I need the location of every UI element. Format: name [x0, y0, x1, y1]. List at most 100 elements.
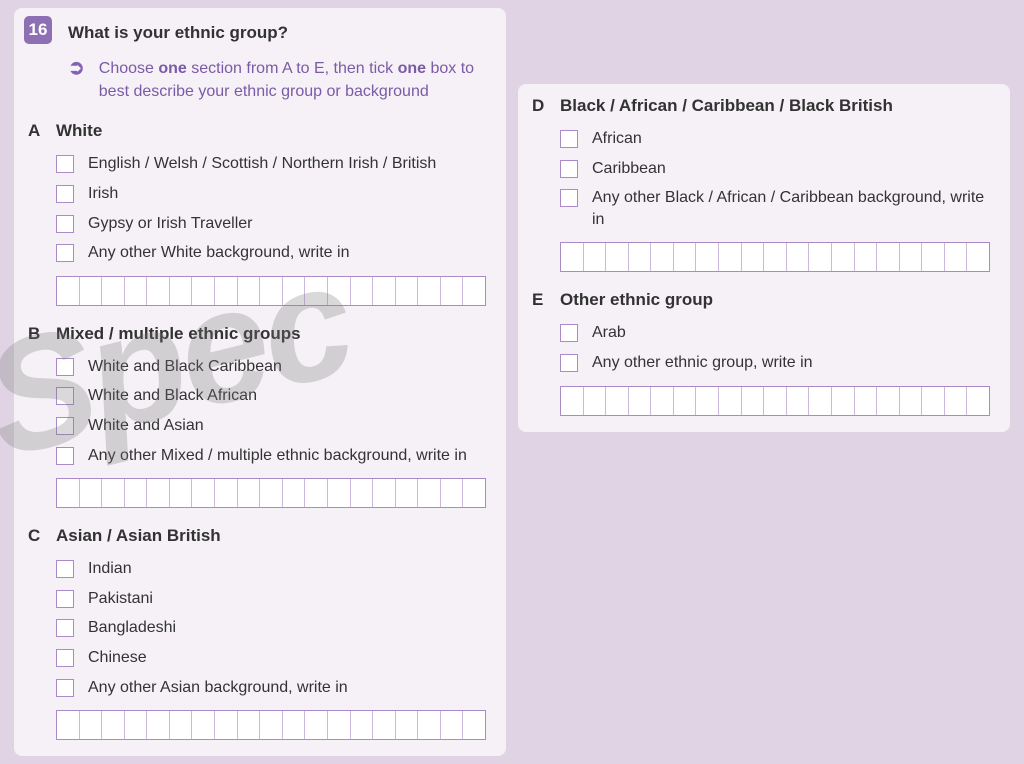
- writein-cell[interactable]: [764, 243, 787, 271]
- writein-cell[interactable]: [764, 387, 787, 415]
- writein-cell[interactable]: [441, 277, 464, 305]
- checkbox[interactable]: [56, 679, 74, 697]
- writein-cell[interactable]: [102, 479, 125, 507]
- writein-cell[interactable]: [396, 479, 419, 507]
- writein-cell[interactable]: [57, 277, 80, 305]
- writein-cell[interactable]: [922, 387, 945, 415]
- writein-cell[interactable]: [900, 387, 923, 415]
- checkbox[interactable]: [56, 417, 74, 435]
- writein-cell[interactable]: [742, 243, 765, 271]
- writein-cell[interactable]: [809, 243, 832, 271]
- checkbox[interactable]: [56, 649, 74, 667]
- writein-cell[interactable]: [629, 243, 652, 271]
- writein-cell[interactable]: [584, 243, 607, 271]
- writein-cell[interactable]: [674, 387, 697, 415]
- checkbox[interactable]: [560, 130, 578, 148]
- writein-cell[interactable]: [283, 277, 306, 305]
- writein-cell[interactable]: [396, 277, 419, 305]
- checkbox[interactable]: [56, 185, 74, 203]
- writein-cell[interactable]: [305, 277, 328, 305]
- writein-cell[interactable]: [125, 277, 148, 305]
- writein-cell[interactable]: [396, 711, 419, 739]
- writein-cell[interactable]: [215, 277, 238, 305]
- checkbox[interactable]: [56, 387, 74, 405]
- checkbox[interactable]: [560, 189, 578, 207]
- checkbox[interactable]: [56, 619, 74, 637]
- writein-cell[interactable]: [170, 479, 193, 507]
- writein-cell[interactable]: [967, 243, 989, 271]
- writein-cell[interactable]: [170, 277, 193, 305]
- writein-cell[interactable]: [809, 387, 832, 415]
- writein-cell[interactable]: [463, 711, 485, 739]
- writein-cell[interactable]: [192, 277, 215, 305]
- writein-cell[interactable]: [57, 711, 80, 739]
- writein-cell[interactable]: [373, 711, 396, 739]
- writein-cell[interactable]: [80, 277, 103, 305]
- writein-cell[interactable]: [877, 387, 900, 415]
- writein-cell[interactable]: [102, 711, 125, 739]
- writein-grid-b[interactable]: [56, 478, 486, 508]
- writein-cell[interactable]: [561, 243, 584, 271]
- writein-cell[interactable]: [328, 479, 351, 507]
- writein-cell[interactable]: [441, 711, 464, 739]
- writein-cell[interactable]: [238, 277, 261, 305]
- writein-cell[interactable]: [787, 387, 810, 415]
- writein-cell[interactable]: [238, 711, 261, 739]
- writein-grid-a[interactable]: [56, 276, 486, 306]
- writein-cell[interactable]: [215, 479, 238, 507]
- writein-cell[interactable]: [80, 711, 103, 739]
- writein-cell[interactable]: [305, 711, 328, 739]
- writein-cell[interactable]: [260, 277, 283, 305]
- writein-cell[interactable]: [418, 479, 441, 507]
- writein-cell[interactable]: [125, 479, 148, 507]
- writein-cell[interactable]: [441, 479, 464, 507]
- writein-cell[interactable]: [305, 479, 328, 507]
- writein-cell[interactable]: [57, 479, 80, 507]
- writein-cell[interactable]: [351, 479, 374, 507]
- writein-cell[interactable]: [283, 479, 306, 507]
- checkbox[interactable]: [56, 560, 74, 578]
- writein-cell[interactable]: [877, 243, 900, 271]
- writein-cell[interactable]: [351, 277, 374, 305]
- writein-cell[interactable]: [945, 243, 968, 271]
- writein-cell[interactable]: [147, 711, 170, 739]
- writein-cell[interactable]: [238, 479, 261, 507]
- writein-cell[interactable]: [967, 387, 989, 415]
- writein-cell[interactable]: [328, 277, 351, 305]
- checkbox[interactable]: [56, 447, 74, 465]
- writein-cell[interactable]: [463, 479, 485, 507]
- writein-cell[interactable]: [719, 243, 742, 271]
- writein-cell[interactable]: [855, 243, 878, 271]
- writein-cell[interactable]: [945, 387, 968, 415]
- checkbox[interactable]: [56, 155, 74, 173]
- writein-cell[interactable]: [373, 479, 396, 507]
- checkbox[interactable]: [56, 215, 74, 233]
- checkbox[interactable]: [56, 590, 74, 608]
- writein-cell[interactable]: [832, 387, 855, 415]
- writein-cell[interactable]: [832, 243, 855, 271]
- checkbox[interactable]: [56, 244, 74, 262]
- writein-cell[interactable]: [215, 711, 238, 739]
- writein-cell[interactable]: [373, 277, 396, 305]
- writein-cell[interactable]: [787, 243, 810, 271]
- writein-grid-c[interactable]: [56, 710, 486, 740]
- writein-cell[interactable]: [922, 243, 945, 271]
- writein-cell[interactable]: [651, 243, 674, 271]
- checkbox[interactable]: [560, 160, 578, 178]
- writein-cell[interactable]: [719, 387, 742, 415]
- writein-grid-d[interactable]: [560, 242, 990, 272]
- writein-cell[interactable]: [147, 277, 170, 305]
- writein-cell[interactable]: [80, 479, 103, 507]
- writein-cell[interactable]: [629, 387, 652, 415]
- writein-cell[interactable]: [561, 387, 584, 415]
- writein-cell[interactable]: [418, 711, 441, 739]
- writein-cell[interactable]: [855, 387, 878, 415]
- writein-cell[interactable]: [696, 243, 719, 271]
- writein-cell[interactable]: [742, 387, 765, 415]
- writein-cell[interactable]: [651, 387, 674, 415]
- writein-cell[interactable]: [283, 711, 306, 739]
- writein-cell[interactable]: [418, 277, 441, 305]
- writein-cell[interactable]: [351, 711, 374, 739]
- checkbox[interactable]: [56, 358, 74, 376]
- writein-cell[interactable]: [606, 387, 629, 415]
